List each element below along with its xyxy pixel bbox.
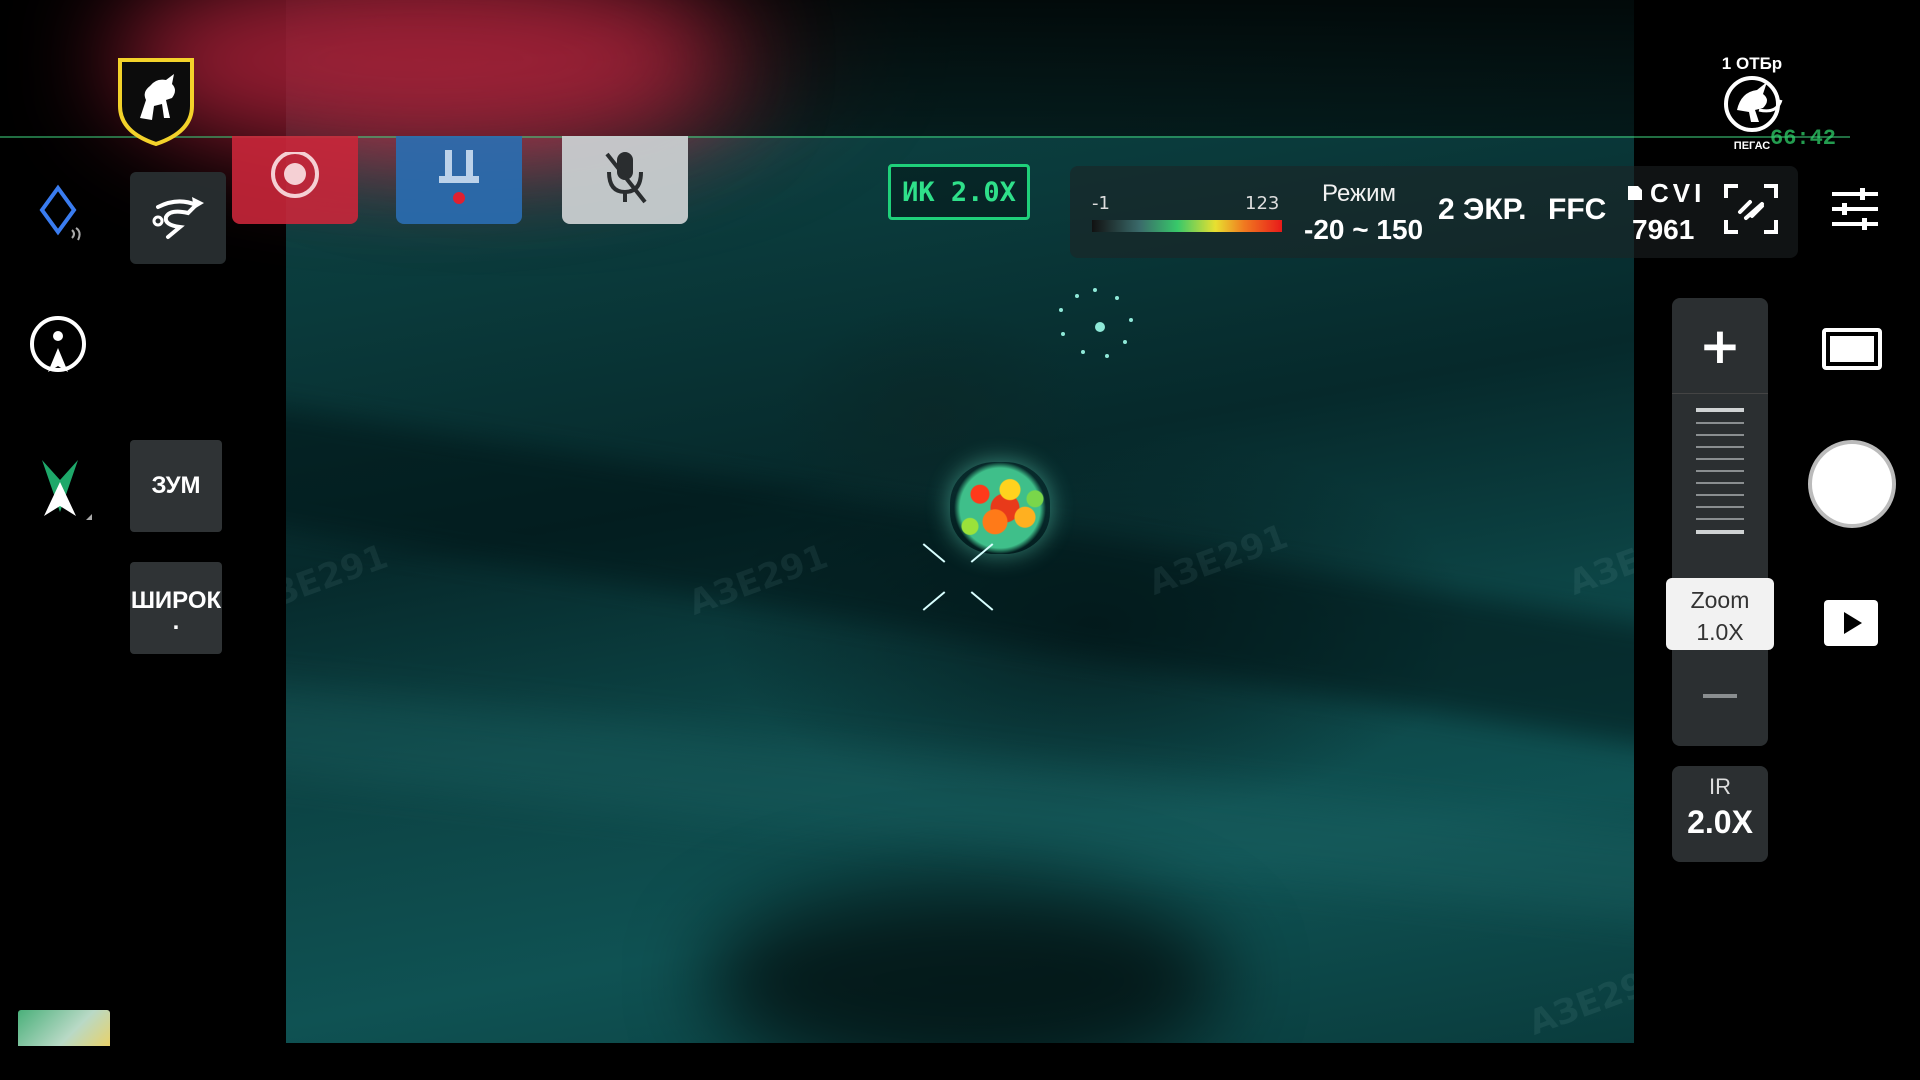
crosshair: [920, 542, 996, 612]
unit-logo-title: 1 ОТБр: [1721, 54, 1783, 73]
cvi-label: CVI: [1650, 178, 1706, 208]
location-pin-icon[interactable]: [28, 314, 88, 380]
mode-label: Режим: [1322, 180, 1396, 207]
thermal-target: [950, 462, 1050, 554]
cvi-number: 7961: [1632, 214, 1695, 245]
watermark: АЗЕ291: [286, 536, 394, 624]
ir-zoom-badge: ИК 2.0X: [888, 164, 1030, 220]
zoom-level-indicator[interactable]: Zoom 1.0X: [1666, 578, 1774, 650]
mode-range[interactable]: -20 ~ 150: [1304, 214, 1423, 246]
zoom-slider[interactable]: [1696, 408, 1744, 544]
zoom-value-text: 1.0X: [1696, 619, 1744, 645]
play-icon[interactable]: [1824, 600, 1878, 646]
record-icon: [271, 152, 319, 198]
zoom-mode-button[interactable]: ЗУМ: [130, 440, 222, 532]
wide-mode-dot: .: [172, 608, 180, 635]
watermark: АЗЕ291: [1563, 516, 1634, 604]
route-drone-icon[interactable]: [130, 172, 226, 264]
temp-scale-max: 123: [1245, 193, 1280, 214]
flight-timer: 66:42: [1770, 126, 1837, 151]
hotspot-marker: [1055, 288, 1135, 368]
navigation-arrow-icon[interactable]: [32, 456, 92, 528]
sliders-icon[interactable]: [1826, 184, 1884, 234]
zoom-in-button[interactable]: +: [1672, 298, 1768, 394]
zoom-mode-label: ЗУМ: [151, 472, 201, 499]
temp-color-scale: [1092, 220, 1282, 232]
mic-toggle-button[interactable]: [562, 136, 688, 224]
drop-payload-button[interactable]: [396, 136, 522, 224]
mic-off-icon: [605, 152, 647, 204]
watermark: АЗЕ291: [1523, 956, 1634, 1043]
screens-toggle[interactable]: 2 ЭКР.: [1438, 193, 1527, 227]
diamond-signal-icon[interactable]: [36, 184, 86, 244]
storage-icon: [1626, 184, 1644, 202]
record-button[interactable]: [232, 136, 358, 224]
ffc-button[interactable]: FFC: [1548, 193, 1606, 227]
ir-zoom-button[interactable]: IR 2.0X: [1672, 766, 1768, 862]
unit-emblem-icon: [116, 56, 196, 147]
ir-zoom-value: 2.0X: [1687, 804, 1753, 840]
drop-payload-icon: [439, 150, 479, 204]
pegasus-logo-icon: [1724, 76, 1783, 132]
ir-zoom-label: IR: [1709, 774, 1731, 799]
target-lock-icon[interactable]: [1720, 180, 1782, 238]
terrain-shadow: [706, 880, 1226, 1043]
frame-mode-icon[interactable]: [1822, 328, 1882, 370]
top-overlay: [0, 0, 1920, 160]
zoom-label-text: Zoom: [1690, 587, 1750, 613]
temp-scale-min: -1: [1092, 193, 1110, 214]
zoom-out-button[interactable]: [1672, 666, 1768, 726]
shutter-button[interactable]: [1808, 440, 1896, 528]
wide-mode-button[interactable]: ШИРОК .: [130, 562, 222, 654]
minimap-thumbnail[interactable]: [18, 1010, 110, 1046]
